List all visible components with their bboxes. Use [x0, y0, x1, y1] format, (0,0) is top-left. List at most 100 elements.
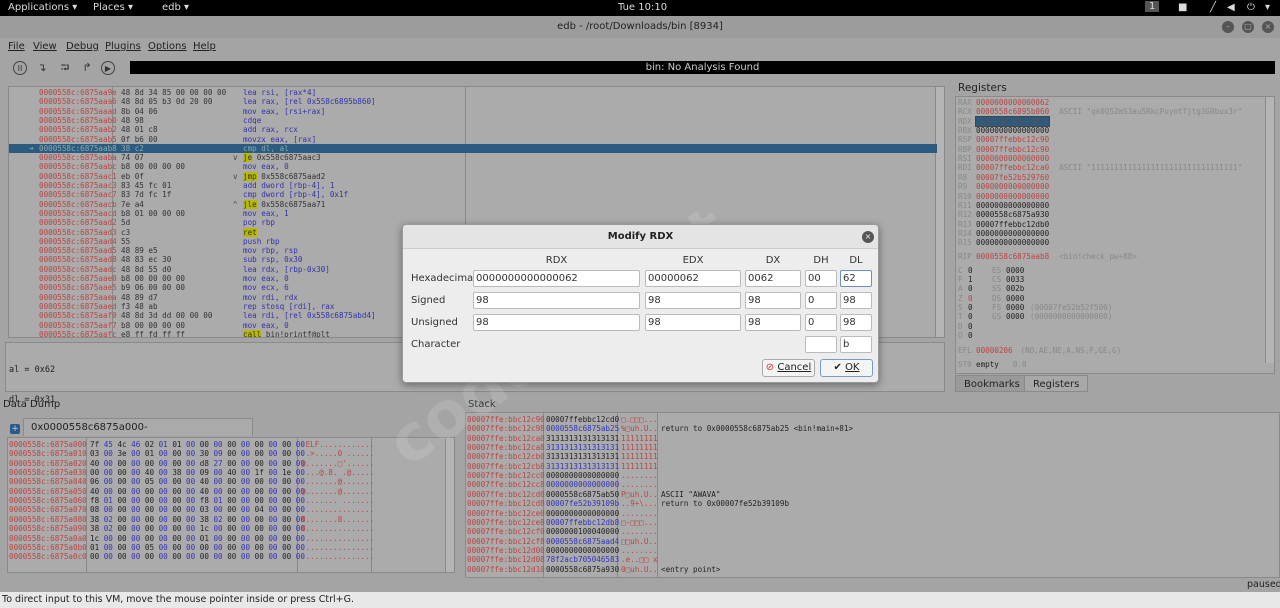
menu-plugins[interactable]: Plugins [105, 41, 141, 52]
menu-view[interactable]: View [33, 41, 57, 52]
clock[interactable]: Tue 10:10 [618, 2, 667, 13]
power-icon[interactable]: ⏻ [1247, 2, 1255, 13]
step-into-icon[interactable]: ↴ [35, 61, 49, 75]
disasm-row[interactable]: 0000558c:6875aaad 8b 04 06 mov eax, [rsi+r… [9, 107, 937, 116]
disasm-row[interactable]: 0000558c:6875aab0 48 98 cdqe [9, 116, 937, 125]
rdx-signed-field[interactable]: 98 [473, 292, 640, 309]
flag-value[interactable]: 0 [968, 266, 992, 275]
register-row[interactable]: RBX 0000000000000000 [958, 126, 1059, 135]
edx-hexadecimal-field[interactable]: 00000062 [645, 270, 741, 287]
register-value[interactable]: 00007ffebbc12c90 [976, 145, 1049, 154]
camera-icon[interactable]: ■ [1178, 2, 1187, 13]
step-over-icon[interactable]: ⮒ [58, 61, 72, 75]
dh-signed-field[interactable]: 0 [805, 292, 837, 309]
menu-help[interactable]: Help [193, 41, 216, 52]
register-row[interactable]: RAX 0000000000000062 [958, 98, 1059, 107]
dl-hexadecimal-field[interactable]: 62 [840, 270, 872, 287]
register-value[interactable]: 0000000000000000 [976, 238, 1049, 247]
ok-button[interactable]: ✔ OK [820, 359, 873, 377]
register-row[interactable]: R10 0000000000000000 [958, 192, 1059, 201]
register-value[interactable]: 0000000000000062 [976, 98, 1049, 107]
menu-options[interactable]: Options [148, 41, 187, 52]
flag-value[interactable]: 0 [968, 294, 992, 303]
disasm-row[interactable]: 0000558c:6875aaba 74 07 v je 0x558c6875aac3 [9, 153, 937, 163]
flag-value[interactable]: 0 [968, 322, 992, 331]
disasm-row[interactable]: 0000558c:6875aacb 7e a4 ^ jle 0x558c6875aa7… [9, 199, 937, 209]
flag-row[interactable]: S 0 FS 0000 (00007fe52b52f500) [958, 303, 1112, 312]
dh-character-field[interactable] [805, 336, 837, 353]
register-value[interactable]: 0000000000000000 [976, 201, 1049, 210]
dl-signed-field[interactable]: 98 [840, 292, 872, 309]
dh-hexadecimal-field[interactable]: 00 [805, 270, 837, 287]
disasm-row[interactable]: 0000558c:6875aac3 83 45 fc 01 add dword [r… [9, 181, 937, 190]
disasm-row[interactable]: 0000558c:6875aab2 48 01 c8 add rax, rcx [9, 125, 937, 134]
register-row[interactable]: RDI 00007ffebbc12ca0 ASCII "11111111111111… [958, 163, 1242, 172]
data-dump-view[interactable]: 0000558c:6875a000 7f 45 4c 46 02 01 01 00… [7, 437, 455, 573]
flag-value[interactable]: 0 [968, 303, 992, 312]
pause-icon[interactable]: II [13, 61, 27, 75]
register-value[interactable]: 0000000000000000 [976, 126, 1049, 135]
edx-signed-field[interactable]: 98 [645, 292, 741, 309]
edx-unsigned-field[interactable]: 98 [645, 314, 741, 331]
register-value[interactable]: 0000000000000031 [974, 115, 1051, 127]
dx-hexadecimal-field[interactable]: 0062 [745, 270, 801, 287]
flag-value[interactable]: 0 [968, 312, 992, 321]
flag-row[interactable]: P 1 CS 0033 [958, 275, 1030, 284]
register-row[interactable]: RSP 00007ffebbc12c90 [958, 135, 1059, 144]
close-button[interactable]: × [1262, 21, 1274, 33]
register-value[interactable]: 0000000000000000 [976, 229, 1049, 238]
dx-unsigned-field[interactable]: 98 [745, 314, 801, 331]
disasm-row[interactable]: 0000558c:6875aab5 0f b6 00 movzx eax, [rax… [9, 135, 937, 144]
volume-icon[interactable]: ◀ [1227, 2, 1235, 13]
dl-unsigned-field[interactable]: 98 [840, 314, 872, 331]
register-row[interactable]: R9 0000000000000000 [958, 182, 1059, 191]
disasm-row[interactable]: 0000558c:6875aac1 eb 0f v jmp 0x558c6875aad… [9, 171, 937, 181]
register-row[interactable]: RCX 0000558c6895b060 ASCII "qk0Q5ZmS3au5Rk… [958, 107, 1242, 116]
flag-row[interactable]: Z 0 DS 0000 [958, 294, 1030, 303]
register-row[interactable]: R15 0000000000000000 [958, 238, 1059, 247]
maximize-button[interactable]: □ [1242, 21, 1254, 33]
dl-character-field[interactable]: b [840, 336, 872, 353]
pen-icon[interactable]: ╱ [1210, 2, 1216, 13]
flag-value[interactable]: 0 [968, 284, 992, 293]
flag-row[interactable]: A 0 SS 002b [958, 284, 1030, 293]
flag-row[interactable]: O0 [958, 331, 1035, 340]
registers-view[interactable]: RAX 0000000000000062 RCX 0000558c6895b060 AS… [955, 96, 1275, 374]
registers-scrollbar[interactable] [1265, 97, 1274, 363]
flag-value[interactable]: 0 [968, 331, 992, 340]
register-row[interactable]: ST0 empty 0.0 [958, 360, 1027, 369]
disasm-row[interactable]: ➜ 0000558c:6875aab8 38 c2 cmp dl, al [9, 143, 937, 154]
register-row[interactable]: RSI 0000000000000000 [958, 154, 1059, 163]
disasm-row[interactable]: 0000558c:6875aabc b8 00 00 00 00 mov eax, … [9, 162, 937, 171]
run-icon[interactable]: ▶ [101, 61, 115, 75]
tab-bookmarks[interactable]: Bookmarks [955, 375, 1029, 392]
register-value[interactable]: 00007fe52b529760 [976, 173, 1049, 182]
register-row[interactable]: EFL 00000206 (NO,AE,NE,A,NS,P,GE,G) [958, 346, 1121, 355]
rdx-hexadecimal-field[interactable]: 0000000000000062 [473, 270, 640, 287]
flag-value[interactable]: 1 [968, 275, 992, 284]
register-value[interactable]: 0000000000000000 [976, 182, 1049, 191]
register-row[interactable]: RDX 0000000000000031 [958, 115, 1059, 127]
disasm-row[interactable]: 0000558c:6875aaa6 48 8d 05 b3 0d 20 00 lea… [9, 97, 937, 106]
register-row[interactable]: R13 00007ffebbc12db0 [958, 220, 1059, 229]
stack-view[interactable]: 00007ffe:bbc12c90 00007ffebbc12cd0 □.□□□..… [465, 412, 1280, 578]
dx-signed-field[interactable]: 98 [745, 292, 801, 309]
register-row[interactable]: R8 00007fe52b529760 [958, 173, 1059, 182]
flag-row[interactable]: D0 [958, 322, 1035, 331]
register-value[interactable]: 0000000000000000 [976, 192, 1049, 201]
dump-scrollbar[interactable] [445, 438, 454, 572]
rdx-unsigned-field[interactable]: 98 [473, 314, 640, 331]
dialog-close-button[interactable]: × [862, 231, 874, 243]
step-out-icon[interactable]: ↱ [80, 61, 94, 75]
register-value[interactable]: 0000000000000000 [976, 154, 1049, 163]
register-value[interactable]: 00007ffebbc12db0 [976, 220, 1049, 229]
register-row[interactable]: RBP 00007ffebbc12c90 [958, 145, 1059, 154]
dump-tab[interactable]: 0x0000558c6875a000-0x0000558c6875b000 [23, 418, 253, 451]
register-value[interactable]: 0000558c6895b060 [976, 107, 1049, 116]
disasm-row[interactable]: 0000558c:6875aa9e 48 8d 34 85 00 00 00 00… [9, 88, 937, 97]
app-menu[interactable]: edb ▾ [162, 2, 189, 13]
register-value[interactable]: 00007ffebbc12c90 [976, 135, 1049, 144]
cancel-button[interactable]: ⊘ Cancel [762, 359, 815, 377]
minimize-button[interactable]: – [1222, 21, 1234, 33]
add-tab-icon[interactable]: + [10, 424, 20, 434]
